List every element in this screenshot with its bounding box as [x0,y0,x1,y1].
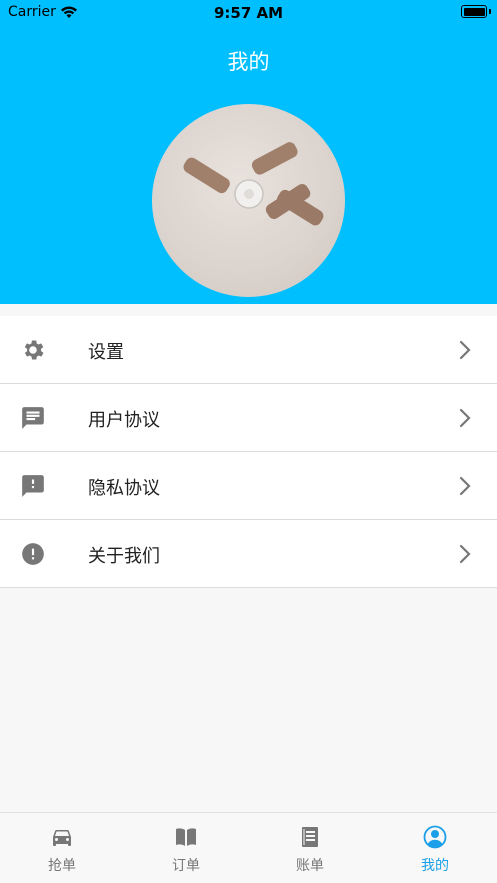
tab-bills[interactable]: 账单 [248,813,372,883]
ceiling-fan-photo [183,142,324,226]
tab-label: 账单 [296,858,324,874]
user-circle-icon [423,825,447,849]
tab-label: 抢单 [48,858,76,874]
menu-item-label: 设置 [88,342,124,363]
menu-item-privacy-policy[interactable]: 隐私协议 [0,452,497,520]
chevron-right-icon [459,408,471,428]
battery-cap [489,9,491,14]
alert-circle-icon [22,543,44,565]
ledger-icon [302,827,318,847]
menu-item-label: 用户协议 [88,410,160,431]
avatar[interactable] [152,104,345,297]
tab-label: 订单 [172,858,200,874]
menu-item-settings[interactable]: 设置 [0,316,497,384]
tab-bar: 抢单 订单 账单 我的 [0,812,497,883]
menu-item-user-agreement[interactable]: 用户协议 [0,384,497,452]
menu-item-about-us[interactable]: 关于我们 [0,520,497,588]
tab-orders[interactable]: 订单 [124,813,248,883]
header: Carrier 9:57 AM 我的 [0,0,497,304]
chevron-right-icon [459,476,471,496]
tab-mine[interactable]: 我的 [373,813,497,883]
gear-icon [24,340,44,360]
book-icon [176,828,196,846]
menu-list: 设置 用户协议 隐私协议 关于我们 [0,316,497,588]
alert-bubble-icon [22,475,44,497]
car-icon [53,830,71,846]
menu-item-label: 关于我们 [88,546,160,567]
menu-item-label: 隐私协议 [88,478,160,499]
chevron-right-icon [459,544,471,564]
battery-icon [461,5,487,18]
clock: 9:57 AM [213,4,284,22]
status-bar: Carrier 9:57 AM [0,0,497,26]
chevron-right-icon [459,340,471,360]
tab-label: 我的 [421,858,449,874]
page-title: 我的 [227,50,270,74]
tab-grab-order[interactable]: 抢单 [0,813,124,883]
chat-bubble-icon [22,407,44,429]
